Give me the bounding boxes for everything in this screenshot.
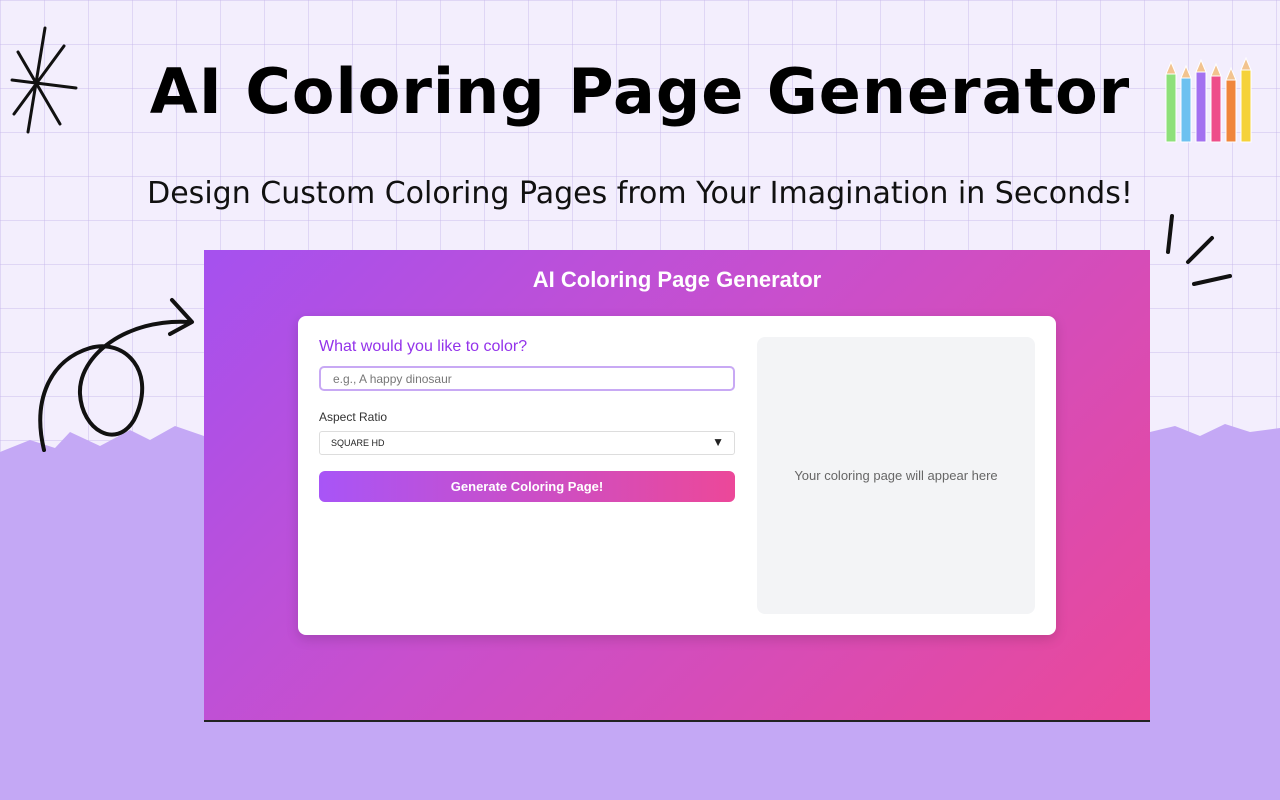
generate-button[interactable]: Generate Coloring Page! — [319, 471, 735, 502]
spark-lines-icon — [1166, 214, 1232, 286]
app-title: AI Coloring Page Generator — [532, 267, 822, 292]
aspect-ratio-value: SQUARE HD — [331, 438, 385, 448]
hero-subtitle: Design Custom Coloring Pages from Your I… — [147, 176, 1133, 211]
prompt-label: What would you like to color? — [319, 338, 528, 355]
dropdown-caret-icon: ▼ — [712, 435, 724, 449]
curly-arrow-icon — [38, 298, 194, 452]
preview-placeholder-text: Your coloring page will appear here — [794, 468, 998, 483]
aspect-ratio-label: Aspect Ratio — [319, 410, 388, 424]
hero-title: AI Coloring Page Generator — [149, 55, 1131, 128]
app-card: What would you like to color? Aspect Rat… — [298, 316, 1056, 635]
app-window: AI Coloring Page Generator What would yo… — [204, 250, 1150, 720]
preview-panel: Your coloring page will appear here — [757, 337, 1035, 614]
prompt-input[interactable] — [319, 366, 735, 391]
aspect-ratio-select[interactable]: SQUARE HD ▼ — [319, 431, 735, 455]
